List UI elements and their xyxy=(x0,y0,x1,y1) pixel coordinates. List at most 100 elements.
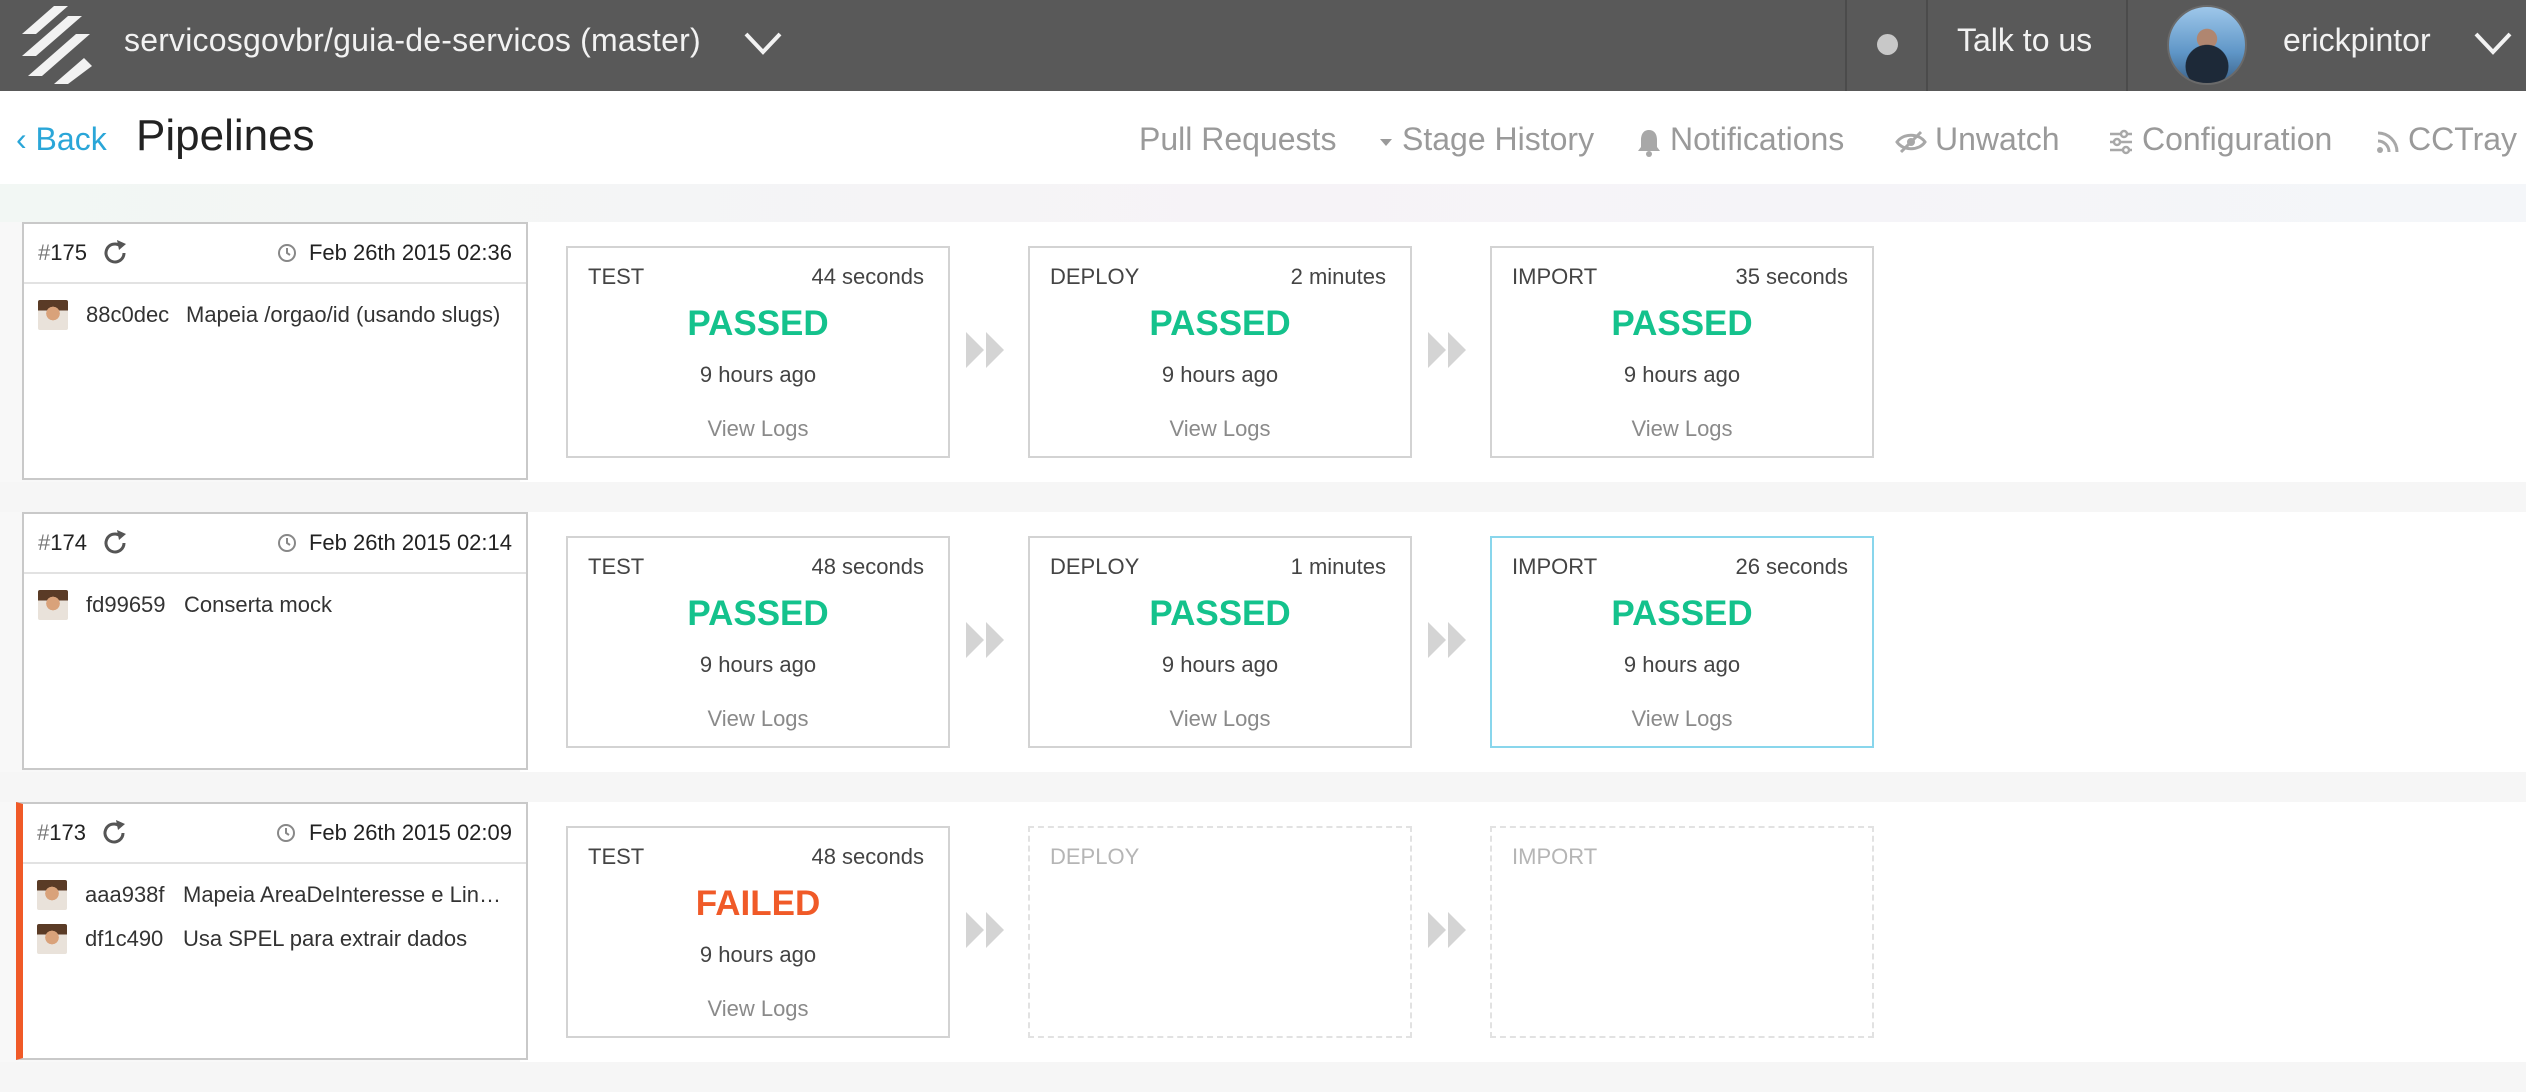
build-card-header: #173 Feb 26th 2015 02:09 xyxy=(23,804,526,864)
stage-card-test[interactable]: TEST 48 seconds PASSED 9 hours ago View Logs xyxy=(566,536,950,748)
eye-slash-icon xyxy=(1895,130,1927,153)
configuration-link[interactable]: Configuration xyxy=(2108,121,2332,158)
cctray-link[interactable]: CCTray xyxy=(2376,121,2517,158)
stage-card-import: IMPORT xyxy=(1490,826,1874,1038)
username[interactable]: erickpintor xyxy=(2283,22,2431,59)
configuration-label: Configuration xyxy=(2142,121,2333,157)
view-logs-link[interactable]: View Logs xyxy=(568,706,948,732)
clock-icon xyxy=(278,244,296,262)
stage-card-test[interactable]: TEST 44 seconds PASSED 9 hours ago View Logs xyxy=(566,246,950,458)
build-card[interactable]: #173 Feb 26th 2015 02:09 aaa938f Mapeia Are… xyxy=(16,802,528,1060)
stage-time-ago: 9 hours ago xyxy=(1161,362,1279,387)
stage-name: IMPORT xyxy=(1512,264,1598,289)
repo-title[interactable]: servicosgovbr/guia-de-servicos (master) xyxy=(124,22,701,59)
refresh-icon[interactable] xyxy=(99,818,129,848)
row-gap xyxy=(0,1062,2526,1092)
commit-row[interactable]: 88c0dec Mapeia /orgao/id (usando slugs) xyxy=(38,298,518,332)
stage-name: IMPORT xyxy=(1512,554,1598,579)
commit-message: Mapeia AreaDeInteresse e Linh… xyxy=(183,882,513,907)
stage-card-deploy[interactable]: DEPLOY 1 minutes PASSED 9 hours ago View Log… xyxy=(1028,536,1412,748)
build-date: Feb 26th 2015 02:36 xyxy=(308,240,512,265)
row-gap xyxy=(0,772,2526,802)
author-avatar xyxy=(37,880,67,910)
clock-icon xyxy=(277,824,295,842)
stage-status: PASSED xyxy=(1149,304,1291,343)
build-number[interactable]: #173 xyxy=(37,820,86,846)
pull-requests-link[interactable]: Pull Requests xyxy=(1139,121,1336,158)
stage-name: TEST xyxy=(588,844,645,869)
build-card-header: #175 Feb 26th 2015 02:36 xyxy=(24,224,526,284)
view-logs-link[interactable]: View Logs xyxy=(1030,416,1410,442)
stage-name: TEST xyxy=(588,264,645,289)
view-logs-link[interactable]: View Logs xyxy=(1492,706,1872,732)
chevron-down-icon[interactable] xyxy=(740,28,786,58)
page-title: Pipelines xyxy=(136,111,315,160)
view-logs-link[interactable]: View Logs xyxy=(1492,416,1872,442)
talk-to-us-button[interactable]: Talk to us xyxy=(1957,22,2092,59)
chevron-left-icon: ‹ xyxy=(16,121,36,157)
double-chevron-right-icon xyxy=(1428,912,1466,948)
stage-name: DEPLOY xyxy=(1050,554,1140,579)
snap-ci-logo-icon[interactable] xyxy=(14,4,94,86)
stage-duration: 48 seconds xyxy=(811,844,924,869)
commit-sha[interactable]: aaa938f xyxy=(85,882,165,908)
divider xyxy=(1845,0,1847,91)
double-chevron-right-icon xyxy=(1428,332,1466,368)
pull-requests-label: Pull Requests xyxy=(1139,121,1337,157)
stage-duration: 35 seconds xyxy=(1735,264,1848,289)
build-card[interactable]: #174 Feb 26th 2015 02:14 fd99659 Conserta m… xyxy=(22,512,528,770)
commit-row[interactable]: df1c490 Usa SPEL para extrair dados xyxy=(37,922,517,956)
refresh-icon[interactable] xyxy=(100,238,130,268)
stage-history-link[interactable]: Stage History xyxy=(1378,121,1594,158)
build-date: Feb 26th 2015 02:09 xyxy=(308,820,512,845)
build-number-value: 175 xyxy=(50,240,87,265)
divider xyxy=(2126,0,2128,91)
build-number[interactable]: #174 xyxy=(38,530,87,556)
stage-card-import[interactable]: IMPORT 26 seconds PASSED 9 hours ago View Lo… xyxy=(1490,536,1874,748)
double-chevron-right-icon xyxy=(966,622,1004,658)
commit-sha[interactable]: fd99659 xyxy=(86,592,166,618)
author-avatar xyxy=(38,300,68,330)
stage-card-deploy[interactable]: DEPLOY 2 minutes PASSED 9 hours ago View Log… xyxy=(1028,246,1412,458)
chevron-down-icon[interactable] xyxy=(2470,28,2516,58)
top-bar: servicosgovbr/guia-de-servicos (master) … xyxy=(0,0,2526,91)
notifications-link[interactable]: Notifications xyxy=(1636,121,1844,158)
stage-duration: 2 minutes xyxy=(1290,264,1386,289)
commit-row[interactable]: fd99659 Conserta mock xyxy=(38,588,518,622)
build-number[interactable]: #175 xyxy=(38,240,87,266)
back-link[interactable]: ‹ Back xyxy=(16,121,107,158)
build-number-hash: # xyxy=(37,820,50,845)
commit-sha[interactable]: 88c0dec xyxy=(86,302,169,328)
stage-card-import[interactable]: IMPORT 35 seconds PASSED 9 hours ago View Lo… xyxy=(1490,246,1874,458)
view-logs-link[interactable]: View Logs xyxy=(568,416,948,442)
commit-sha[interactable]: df1c490 xyxy=(85,926,163,952)
stage-status: PASSED xyxy=(1611,304,1753,343)
stage-name: DEPLOY xyxy=(1050,264,1140,289)
build-number-hash: # xyxy=(38,530,51,555)
stage-history-label: Stage History xyxy=(1402,121,1595,157)
separator-band xyxy=(0,184,2526,222)
author-avatar xyxy=(37,924,67,954)
refresh-icon[interactable] xyxy=(100,528,130,558)
view-logs-link[interactable]: View Logs xyxy=(568,996,948,1022)
unwatch-label: Unwatch xyxy=(1935,121,2060,157)
pipeline-row: #174 Feb 26th 2015 02:14 fd99659 Conserta m… xyxy=(0,512,2526,772)
commit-row[interactable]: aaa938f Mapeia AreaDeInteresse e Linh… xyxy=(37,878,517,912)
sliders-icon xyxy=(2110,129,2132,154)
double-chevron-right-icon xyxy=(966,332,1004,368)
stage-time-ago: 9 hours ago xyxy=(699,652,817,677)
stage-card-test[interactable]: TEST 48 seconds FAILED 9 hours ago View Logs xyxy=(566,826,950,1038)
build-card[interactable]: #175 Feb 26th 2015 02:36 88c0dec Mapeia /or… xyxy=(22,222,528,480)
pipeline-row: #173 Feb 26th 2015 02:09 aaa938f Mapeia Are… xyxy=(0,802,2526,1062)
divider xyxy=(1926,0,1928,91)
user-avatar[interactable] xyxy=(2167,5,2247,85)
view-logs-link[interactable]: View Logs xyxy=(1030,706,1410,732)
author-avatar xyxy=(38,590,68,620)
clock-icon xyxy=(278,534,296,552)
stage-time-ago: 9 hours ago xyxy=(699,362,817,387)
stage-duration: 1 minutes xyxy=(1290,554,1386,579)
stage-time-ago: 9 hours ago xyxy=(1623,362,1741,387)
build-date: Feb 26th 2015 02:14 xyxy=(308,530,512,555)
unwatch-link[interactable]: Unwatch xyxy=(1895,121,2060,158)
stage-duration: 26 seconds xyxy=(1735,554,1848,579)
